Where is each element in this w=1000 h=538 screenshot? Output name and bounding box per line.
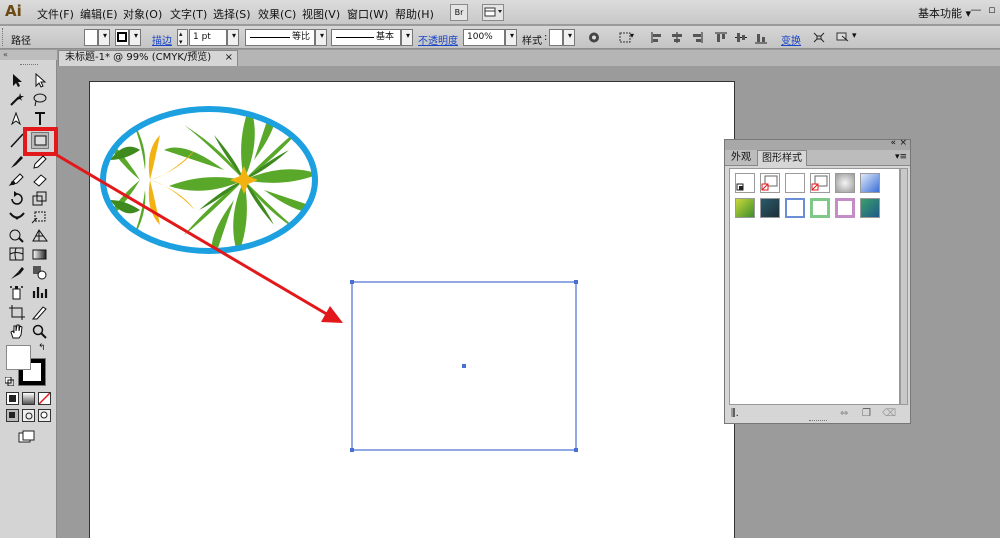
graphic-styles-list bbox=[729, 168, 900, 405]
selection-handle[interactable] bbox=[350, 280, 354, 284]
panel-scrollbar[interactable] bbox=[900, 168, 908, 405]
panel-tabs: 外观 图形样式 ▾≡ bbox=[725, 150, 910, 166]
tab-graphic-styles[interactable]: 图形样式 bbox=[757, 150, 807, 166]
fill-color-front[interactable] bbox=[6, 345, 31, 370]
center-point bbox=[462, 364, 466, 368]
selection-handle[interactable] bbox=[574, 280, 578, 284]
tab-appearance[interactable]: 外观 bbox=[727, 150, 755, 166]
selection-handle[interactable] bbox=[350, 448, 354, 452]
style-swatch-default[interactable] bbox=[735, 173, 755, 193]
style-swatch-white[interactable] bbox=[785, 173, 805, 193]
selection-handle[interactable] bbox=[574, 448, 578, 452]
style-libraries-icon[interactable]: ⫼. bbox=[731, 408, 739, 419]
collapse-panel-icon[interactable]: « bbox=[890, 138, 896, 148]
style-swatch-leaf[interactable] bbox=[860, 198, 880, 218]
panel-menu-icon[interactable]: ▾≡ bbox=[895, 152, 907, 162]
oval-pattern-artwork[interactable] bbox=[100, 100, 324, 260]
selected-rectangle[interactable] bbox=[350, 280, 578, 452]
style-swatch-dark-texture[interactable] bbox=[760, 198, 780, 218]
style-swatch-purple-outline[interactable] bbox=[835, 198, 855, 218]
new-style-icon[interactable]: ❐ bbox=[862, 408, 871, 419]
style-swatch-green-outline[interactable] bbox=[810, 198, 830, 218]
break-link-icon[interactable]: ⇔ bbox=[840, 408, 848, 419]
panel-titlebar[interactable]: « × bbox=[725, 138, 910, 150]
panel-footer: ⫼. ⇔ ❐ ⌫ bbox=[725, 406, 910, 424]
trash-icon[interactable]: ⌫ bbox=[882, 408, 896, 419]
resize-grip[interactable] bbox=[809, 420, 827, 421]
style-swatch-green-texture[interactable] bbox=[735, 198, 755, 218]
style-swatch-none[interactable] bbox=[760, 173, 780, 193]
close-icon[interactable]: × bbox=[899, 138, 907, 148]
graphic-styles-panel: « × 外观 图形样式 ▾≡ ⫼. ⇔ ❐ ⌫ bbox=[724, 138, 911, 424]
style-swatch-blue-outline[interactable] bbox=[785, 198, 805, 218]
style-swatch-gray-shadow[interactable] bbox=[835, 173, 855, 193]
style-swatch-blue-gradient[interactable] bbox=[860, 173, 880, 193]
style-swatch-outline[interactable] bbox=[810, 173, 830, 193]
